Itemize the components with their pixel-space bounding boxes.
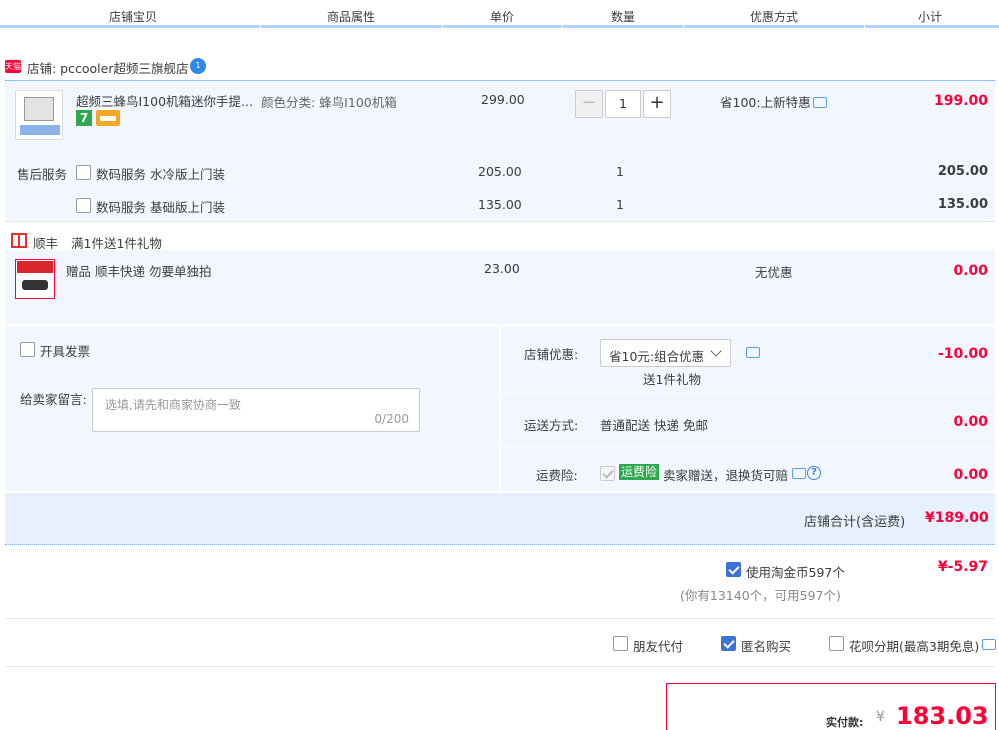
seven-day-return-icon: 7 bbox=[76, 110, 92, 126]
message-placeholder: 选填,请先和商家协商一致 bbox=[105, 398, 241, 412]
final-currency: ¥ bbox=[876, 709, 885, 725]
message-char-count: 0/200 bbox=[374, 412, 409, 426]
shop-discount-value: 省10元:组合优惠 bbox=[609, 349, 705, 364]
insurance-checkbox bbox=[600, 466, 615, 481]
service-name: 数码服务 基础版上门装 bbox=[96, 200, 225, 215]
service-name: 数码服务 水冷版上门装 bbox=[96, 167, 225, 182]
quantity-minus-button[interactable]: − bbox=[575, 90, 603, 118]
coins-checkbox[interactable] bbox=[726, 562, 741, 577]
anonymous-label: 匿名购买 bbox=[741, 639, 792, 654]
insurance-label: 运费险: bbox=[536, 468, 578, 483]
shipping-label: 运送方式: bbox=[524, 418, 579, 433]
insurance-comment-icon[interactable] bbox=[792, 468, 806, 479]
promo-comment-icon[interactable] bbox=[813, 97, 827, 108]
shipping-value: 普通配送 快递 免邮 bbox=[600, 418, 708, 433]
col-subtotal: 小计 bbox=[918, 10, 943, 24]
panel-divider bbox=[501, 446, 995, 447]
wangwang-chat-icon[interactable]: 1 bbox=[190, 58, 206, 74]
shop-total-label: 店铺合计(含运费) bbox=[804, 515, 906, 530]
service-checkbox-basic[interactable] bbox=[76, 198, 91, 213]
gift-thumbnail[interactable] bbox=[15, 259, 55, 299]
col-attributes: 商品属性 bbox=[327, 10, 376, 24]
chevron-down-icon bbox=[710, 345, 722, 357]
service-qty: 1 bbox=[616, 197, 624, 212]
quantity-input[interactable]: 1 bbox=[605, 90, 641, 118]
coins-label: 使用淘金币597个 bbox=[746, 565, 845, 580]
gift-price: 23.00 bbox=[484, 261, 520, 276]
huabei-checkbox[interactable] bbox=[829, 636, 844, 651]
message-label: 给卖家留言: bbox=[20, 392, 87, 407]
service-subtotal: 205.00 bbox=[937, 164, 988, 179]
invoice-checkbox[interactable] bbox=[20, 342, 35, 357]
gift-icon bbox=[11, 233, 27, 248]
row-divider bbox=[5, 618, 995, 619]
coins-note: (你有13140个，可用597个) bbox=[680, 588, 841, 603]
item-subtotal: 199.00 bbox=[933, 93, 988, 109]
coins-value: ¥-5.97 bbox=[937, 559, 988, 575]
item-promo: 省100:上新特惠 bbox=[720, 95, 811, 110]
huabei-label: 花呗分期(最高3期免息) bbox=[849, 639, 980, 654]
final-payment-value: 183.03 bbox=[896, 702, 989, 730]
row-divider bbox=[5, 666, 995, 667]
col-discount: 优惠方式 bbox=[750, 10, 799, 24]
gift-promo: 无优惠 bbox=[755, 265, 793, 280]
shop-discount-amount: -10.00 bbox=[937, 346, 988, 362]
col-quantity: 数量 bbox=[611, 10, 636, 24]
discount-comment-icon[interactable] bbox=[746, 347, 760, 358]
anonymous-checkbox[interactable] bbox=[721, 636, 736, 651]
huabei-comment-icon[interactable] bbox=[982, 639, 996, 650]
item-attribute: 颜色分类: 蜂鸟I100机箱 bbox=[261, 95, 397, 110]
col-shop-item: 店铺宝贝 bbox=[109, 10, 158, 24]
shipping-amount: 0.00 bbox=[953, 414, 988, 430]
shop-name-link[interactable]: 店铺: pccooler超频三旗舰店 bbox=[27, 58, 188, 77]
credit-card-icon bbox=[96, 110, 120, 126]
service-price: 205.00 bbox=[478, 164, 522, 179]
help-icon[interactable]: ? bbox=[807, 466, 821, 480]
final-payment-label: 实付款: bbox=[826, 716, 864, 729]
gift-subtotal: 0.00 bbox=[953, 263, 988, 279]
item-title-link[interactable]: 超频三蜂鸟I100机箱迷你手提... bbox=[76, 91, 253, 110]
insurance-badge: 运费险 bbox=[619, 464, 660, 480]
seller-message-input[interactable]: 选填,请先和商家协商一致 0/200 bbox=[92, 388, 420, 432]
friend-pay-label: 朋友代付 bbox=[633, 639, 684, 654]
cart-header: 店铺宝贝 商品属性 单价 数量 优惠方式 小计 bbox=[0, 0, 999, 28]
service-subtotal: 135.00 bbox=[937, 197, 988, 212]
tmall-badge-icon: 天猫 bbox=[5, 60, 21, 73]
service-checkbox-water[interactable] bbox=[76, 165, 91, 180]
col-unit-price: 单价 bbox=[490, 10, 515, 24]
insurance-text: 卖家赠送，退换货可赔 bbox=[663, 468, 789, 483]
shop-discount-label: 店铺优惠: bbox=[524, 347, 579, 362]
after-sale-service-label: 售后服务 bbox=[17, 167, 68, 182]
row-divider bbox=[5, 221, 995, 222]
friend-pay-checkbox[interactable] bbox=[613, 636, 628, 651]
panel-divider bbox=[501, 393, 995, 394]
quantity-plus-button[interactable]: + bbox=[643, 90, 671, 118]
gift-item-name[interactable]: 赠品 顺丰快递 勿要单独拍 bbox=[66, 261, 211, 280]
insurance-amount: 0.00 bbox=[953, 467, 988, 483]
shop-discount-select[interactable]: 省10元:组合优惠 bbox=[600, 339, 731, 367]
item-thumbnail[interactable] bbox=[15, 90, 63, 140]
service-qty: 1 bbox=[616, 164, 624, 179]
shop-total-value: ¥189.00 bbox=[925, 510, 989, 526]
invoice-label: 开具发票 bbox=[40, 344, 91, 359]
gift-note: 送1件礼物 bbox=[643, 372, 701, 387]
item-unit-price: 299.00 bbox=[481, 92, 525, 107]
service-price: 135.00 bbox=[478, 197, 522, 212]
